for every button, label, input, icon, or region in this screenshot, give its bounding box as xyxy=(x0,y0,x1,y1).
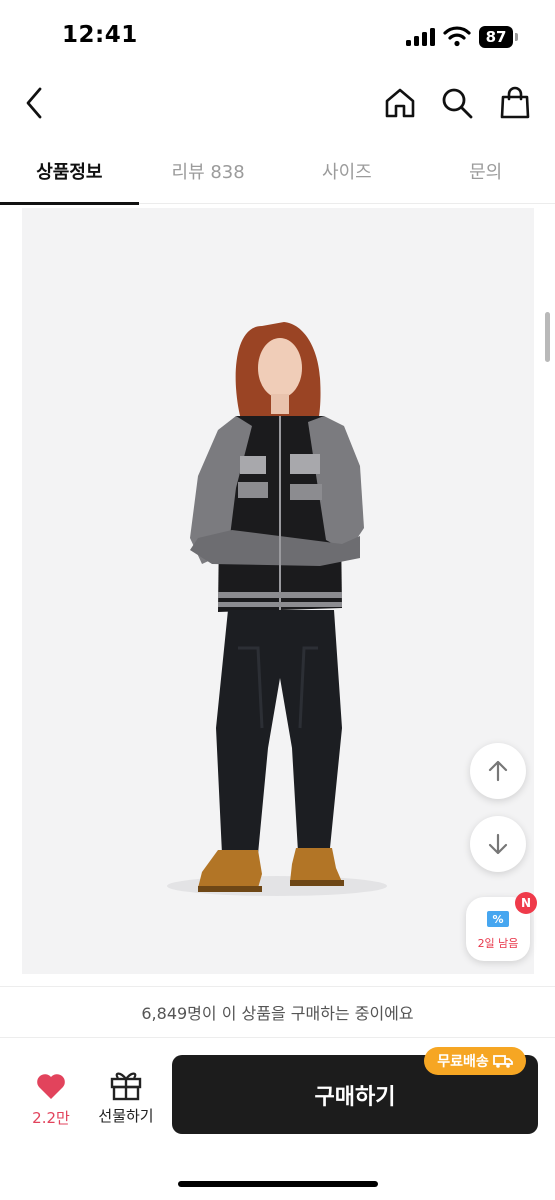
arrow-up-icon xyxy=(488,760,508,782)
like-button[interactable]: 2.2만 xyxy=(22,1071,80,1131)
status-time: 12:41 xyxy=(62,22,138,48)
scrollbar[interactable] xyxy=(545,312,550,362)
new-badge: N xyxy=(515,892,537,914)
gift-icon xyxy=(110,1072,142,1101)
scroll-up-button[interactable] xyxy=(470,743,526,799)
model-illustration xyxy=(167,322,387,896)
free-shipping-badge: 무료배송 xyxy=(424,1047,526,1075)
search-button[interactable] xyxy=(438,84,476,122)
home-indicator xyxy=(178,1181,378,1187)
product-image[interactable] xyxy=(22,208,534,974)
free-shipping-label: 무료배송 xyxy=(437,1054,489,1070)
home-icon xyxy=(385,88,415,118)
status-bar: 12:41 87 xyxy=(0,0,555,70)
product-tabs: 상품정보 리뷰 838 사이즈 문의 xyxy=(0,138,555,205)
tab-reviews[interactable]: 리뷰 838 xyxy=(139,138,278,204)
like-count: 2.2만 xyxy=(32,1109,70,1127)
arrow-down-icon xyxy=(488,833,508,855)
svg-text:%: % xyxy=(492,913,503,926)
tab-size[interactable]: 사이즈 xyxy=(278,138,417,204)
chevron-left-icon xyxy=(26,87,42,119)
coupon-countdown: 2일 남음 xyxy=(477,937,519,950)
battery-icon: 87 xyxy=(479,26,513,48)
signal-icon xyxy=(406,28,436,46)
wifi-icon xyxy=(443,26,471,47)
purchase-notice: 6,849명이 이 상품을 구매하는 중이에요 xyxy=(0,986,555,1038)
shopping-bag-icon xyxy=(500,86,530,119)
back-button[interactable] xyxy=(16,84,54,122)
bottom-bar: 2.2만 선물하기 구매하기 무료배송 xyxy=(0,1039,555,1200)
home-button[interactable] xyxy=(381,84,419,122)
gift-button[interactable]: 선물하기 xyxy=(92,1067,160,1131)
scroll-down-button[interactable] xyxy=(470,816,526,872)
nav-header xyxy=(0,70,555,136)
shopping-bag-button[interactable] xyxy=(496,84,534,122)
tab-inquiry[interactable]: 문의 xyxy=(416,138,555,204)
truck-icon xyxy=(492,1055,513,1068)
tab-product-info[interactable]: 상품정보 xyxy=(0,138,139,205)
battery-nub xyxy=(515,33,518,41)
gift-label: 선물하기 xyxy=(98,1107,154,1125)
heart-icon xyxy=(37,1074,65,1099)
search-icon xyxy=(442,88,473,119)
